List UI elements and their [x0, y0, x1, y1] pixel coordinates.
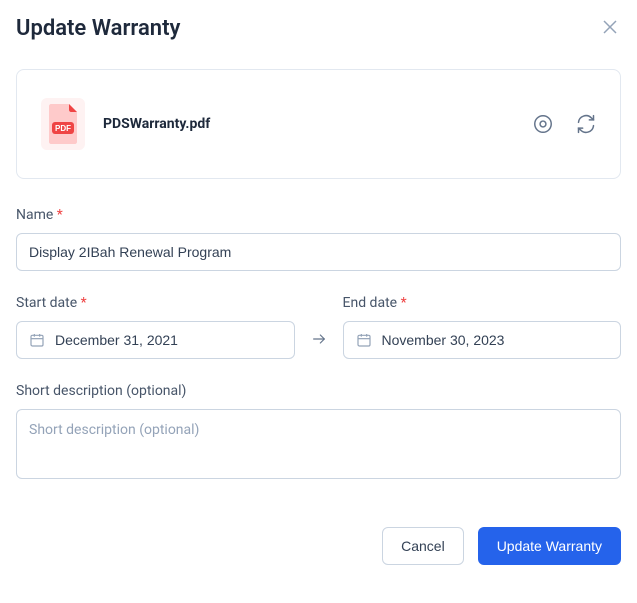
- eye-icon: [532, 113, 554, 135]
- start-date-label: Start date *: [16, 295, 295, 311]
- arrow-right-icon: [295, 319, 343, 359]
- required-indicator: *: [57, 207, 63, 223]
- required-indicator: *: [401, 295, 407, 311]
- name-label: Name *: [16, 207, 621, 223]
- refresh-icon: [576, 114, 596, 134]
- required-indicator: *: [81, 295, 87, 311]
- calendar-icon: [356, 332, 372, 348]
- close-button[interactable]: [599, 16, 621, 38]
- end-date-input[interactable]: [343, 321, 622, 359]
- name-input[interactable]: [16, 233, 621, 271]
- start-date-input[interactable]: [16, 321, 295, 359]
- modal-title: Update Warranty: [16, 16, 180, 41]
- end-date-value[interactable]: [382, 332, 609, 348]
- view-attachment-button[interactable]: [532, 113, 554, 135]
- close-icon: [603, 20, 617, 34]
- attachment-filename: PDSWarranty.pdf: [103, 116, 210, 132]
- cancel-button[interactable]: Cancel: [382, 527, 464, 565]
- replace-attachment-button[interactable]: [576, 114, 596, 134]
- attachment-card: PDF PDSWarranty.pdf: [16, 69, 621, 179]
- calendar-icon: [29, 332, 45, 348]
- svg-text:PDF: PDF: [55, 124, 71, 133]
- update-warranty-button[interactable]: Update Warranty: [478, 527, 621, 565]
- short-description-input[interactable]: [16, 409, 621, 479]
- end-date-label: End date *: [343, 295, 622, 311]
- start-date-value[interactable]: [55, 332, 282, 348]
- pdf-file-icon: PDF: [41, 98, 85, 150]
- short-description-label: Short description (optional): [16, 383, 621, 399]
